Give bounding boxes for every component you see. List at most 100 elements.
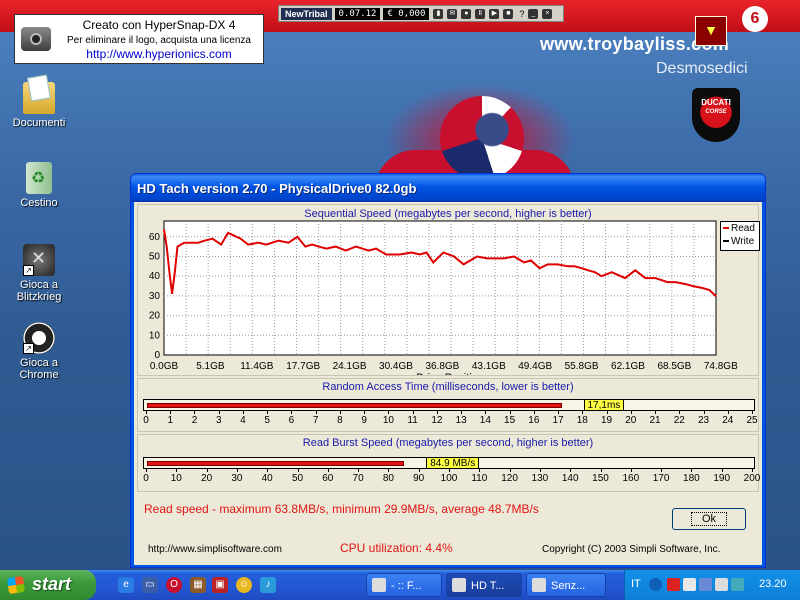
- watermark-title: Creato con HyperSnap-DX 4: [82, 18, 236, 32]
- help-button[interactable]: ?: [519, 9, 524, 19]
- axis-tick: [339, 411, 341, 414]
- ie-icon[interactable]: e: [118, 577, 134, 593]
- paint-task-icon: [532, 578, 546, 592]
- axis-tick: [364, 411, 366, 414]
- axis-tick-label: 18: [576, 415, 588, 426]
- camera-icon: [21, 27, 51, 51]
- axis-tick-label: 23: [697, 415, 710, 426]
- safely-remove-icon[interactable]: [731, 578, 744, 591]
- sequential-speed-chart: 0 10 20 30 40 50 60 0.0GB 5.1GB 11.4GB 17.7GB 24.1G…: [149, 220, 738, 375]
- axis-tick-label: 170: [652, 473, 670, 484]
- close-icon[interactable]: ×: [542, 8, 553, 19]
- axis-tick-label: 120: [501, 473, 518, 484]
- axis-tick: [206, 469, 208, 472]
- burst-speed-value: 84.9 MB/s: [426, 457, 480, 469]
- save-icon[interactable]: ▣: [212, 577, 228, 593]
- minimize-icon[interactable]: _: [528, 8, 539, 19]
- ok-button[interactable]: Ok: [672, 508, 746, 530]
- hypersnap-watermark: Creato con HyperSnap-DX 4 Per eliminare …: [14, 14, 264, 64]
- task-label: Senz...: [551, 580, 586, 592]
- watermark-url[interactable]: http://www.hyperionics.com: [59, 47, 259, 61]
- x-tick-label: 36.8GB: [425, 361, 459, 372]
- messenger-icon[interactable]: ☺: [236, 577, 252, 593]
- language-indicator[interactable]: IT: [631, 578, 641, 590]
- media-icon[interactable]: ♪: [260, 577, 276, 593]
- axis-tick: [412, 411, 414, 414]
- footer-url-link[interactable]: http://www.simplisoftware.com: [148, 544, 282, 555]
- globe-icon[interactable]: ●: [461, 8, 472, 19]
- monitor-icon[interactable]: [699, 578, 712, 591]
- axis-tick: [630, 469, 632, 472]
- helmet-image: [440, 96, 524, 180]
- logo-text: DUCATI: [701, 98, 731, 107]
- window-titlebar[interactable]: HD Tach version 2.70 - PhysicalDrive0 82…: [131, 174, 765, 202]
- show-desktop-icon[interactable]: ▭: [142, 577, 158, 593]
- task-button-paint[interactable]: Senz...: [526, 573, 606, 597]
- access-time-axis: 0 1 2 3 4 5 6 7 8 9 10 11 12 13 14 15 16 17 18 19 20 21 22 23 24…: [138, 411, 758, 431]
- desktop-icon-label: Cestino: [20, 197, 58, 209]
- access-time-value: 17,1ms: [583, 399, 625, 411]
- start-label: start: [32, 574, 72, 594]
- axis-tick-label: 16: [528, 415, 540, 426]
- volume-icon[interactable]: [715, 578, 728, 591]
- axis-tick-label: 60: [322, 473, 334, 484]
- axis-tick-label: 110: [471, 473, 488, 484]
- y-tick-label: 40: [149, 271, 161, 282]
- axis-tick-label: 22: [673, 415, 685, 426]
- axis-tick-label: 20: [625, 415, 637, 426]
- stop-icon[interactable]: ■: [503, 8, 514, 19]
- axis-tick-label: 5: [264, 415, 270, 426]
- antivirus-icon[interactable]: [667, 578, 680, 591]
- axis-tick: [661, 469, 663, 472]
- start-button[interactable]: start: [0, 570, 96, 600]
- app-icon[interactable]: ▦: [190, 577, 206, 593]
- toolbar-time: 0.07.12: [334, 7, 381, 20]
- axis-tick-label: 200: [743, 473, 761, 484]
- chevron-down-icon: ▼: [695, 16, 727, 46]
- desktop-icon-chrome[interactable]: ↗ Gioca a Chrome: [4, 322, 74, 381]
- axis-tick-label: 0: [143, 415, 149, 426]
- axis-tick-label: 14: [479, 415, 491, 426]
- network-icon[interactable]: [683, 578, 696, 591]
- axis-tick: [679, 411, 681, 414]
- desktop-icon-label: Gioca a Chrome: [19, 357, 59, 381]
- x-tick-label: 62.1GB: [611, 361, 645, 372]
- axis-tick-label: 10: [170, 473, 182, 484]
- axis-tick: [539, 469, 541, 472]
- axis-tick-label: 150: [592, 473, 609, 484]
- axis-tick-label: 180: [683, 473, 700, 484]
- chart-icon[interactable]: ▮: [433, 8, 444, 19]
- read-speed-summary: Read speed - maximum 63.8MB/s, minimum 2…: [144, 502, 539, 516]
- axis-tick: [727, 411, 729, 414]
- burst-speed-panel: Read Burst Speed (megabytes per second, …: [137, 434, 761, 492]
- y-tick-label: 60: [149, 232, 161, 243]
- axis-tick: [297, 469, 299, 472]
- task-button-hdtach[interactable]: HD T...: [446, 573, 522, 597]
- pause-icon[interactable]: Ⅱ: [475, 8, 486, 19]
- axis-tick: [194, 411, 196, 414]
- x-tick-label: 68.5GB: [657, 361, 691, 372]
- task-button-browser[interactable]: - :: F...: [366, 573, 442, 597]
- browser-task-icon: [372, 578, 386, 592]
- desktop-icon-cestino[interactable]: Cestino: [4, 162, 74, 209]
- brand-subtitle: Desmosedici: [656, 60, 748, 77]
- newtribal-toolbar: NewTribal 0.07.12 € 0,000 ▮ ✉ ● Ⅱ ▶ ■ ? …: [278, 5, 564, 22]
- desktop-icon-blitzkrieg[interactable]: ↗ Gioca a Blitzkrieg: [4, 244, 74, 303]
- axis-tick: [146, 469, 147, 472]
- logo-subtext: CORSE: [705, 109, 727, 115]
- axis-tick: [630, 411, 632, 414]
- axis-tick-label: 12: [431, 415, 443, 426]
- mail-icon[interactable]: ✉: [447, 8, 458, 19]
- y-tick-label: 50: [149, 251, 161, 262]
- play-icon[interactable]: ▶: [489, 8, 500, 19]
- axis-tick-label: 2: [191, 415, 198, 426]
- opera-icon[interactable]: O: [166, 577, 182, 593]
- desktop-icon-documenti[interactable]: Documenti: [4, 82, 74, 129]
- legend-label: Read: [731, 223, 755, 234]
- axis-tick: [721, 469, 723, 472]
- axis-tick-label: 90: [413, 473, 425, 484]
- tray-expand-icon[interactable]: [649, 578, 662, 591]
- axis-tick: [291, 411, 293, 414]
- task-label: HD T...: [471, 580, 505, 592]
- axis-tick: [703, 411, 705, 414]
